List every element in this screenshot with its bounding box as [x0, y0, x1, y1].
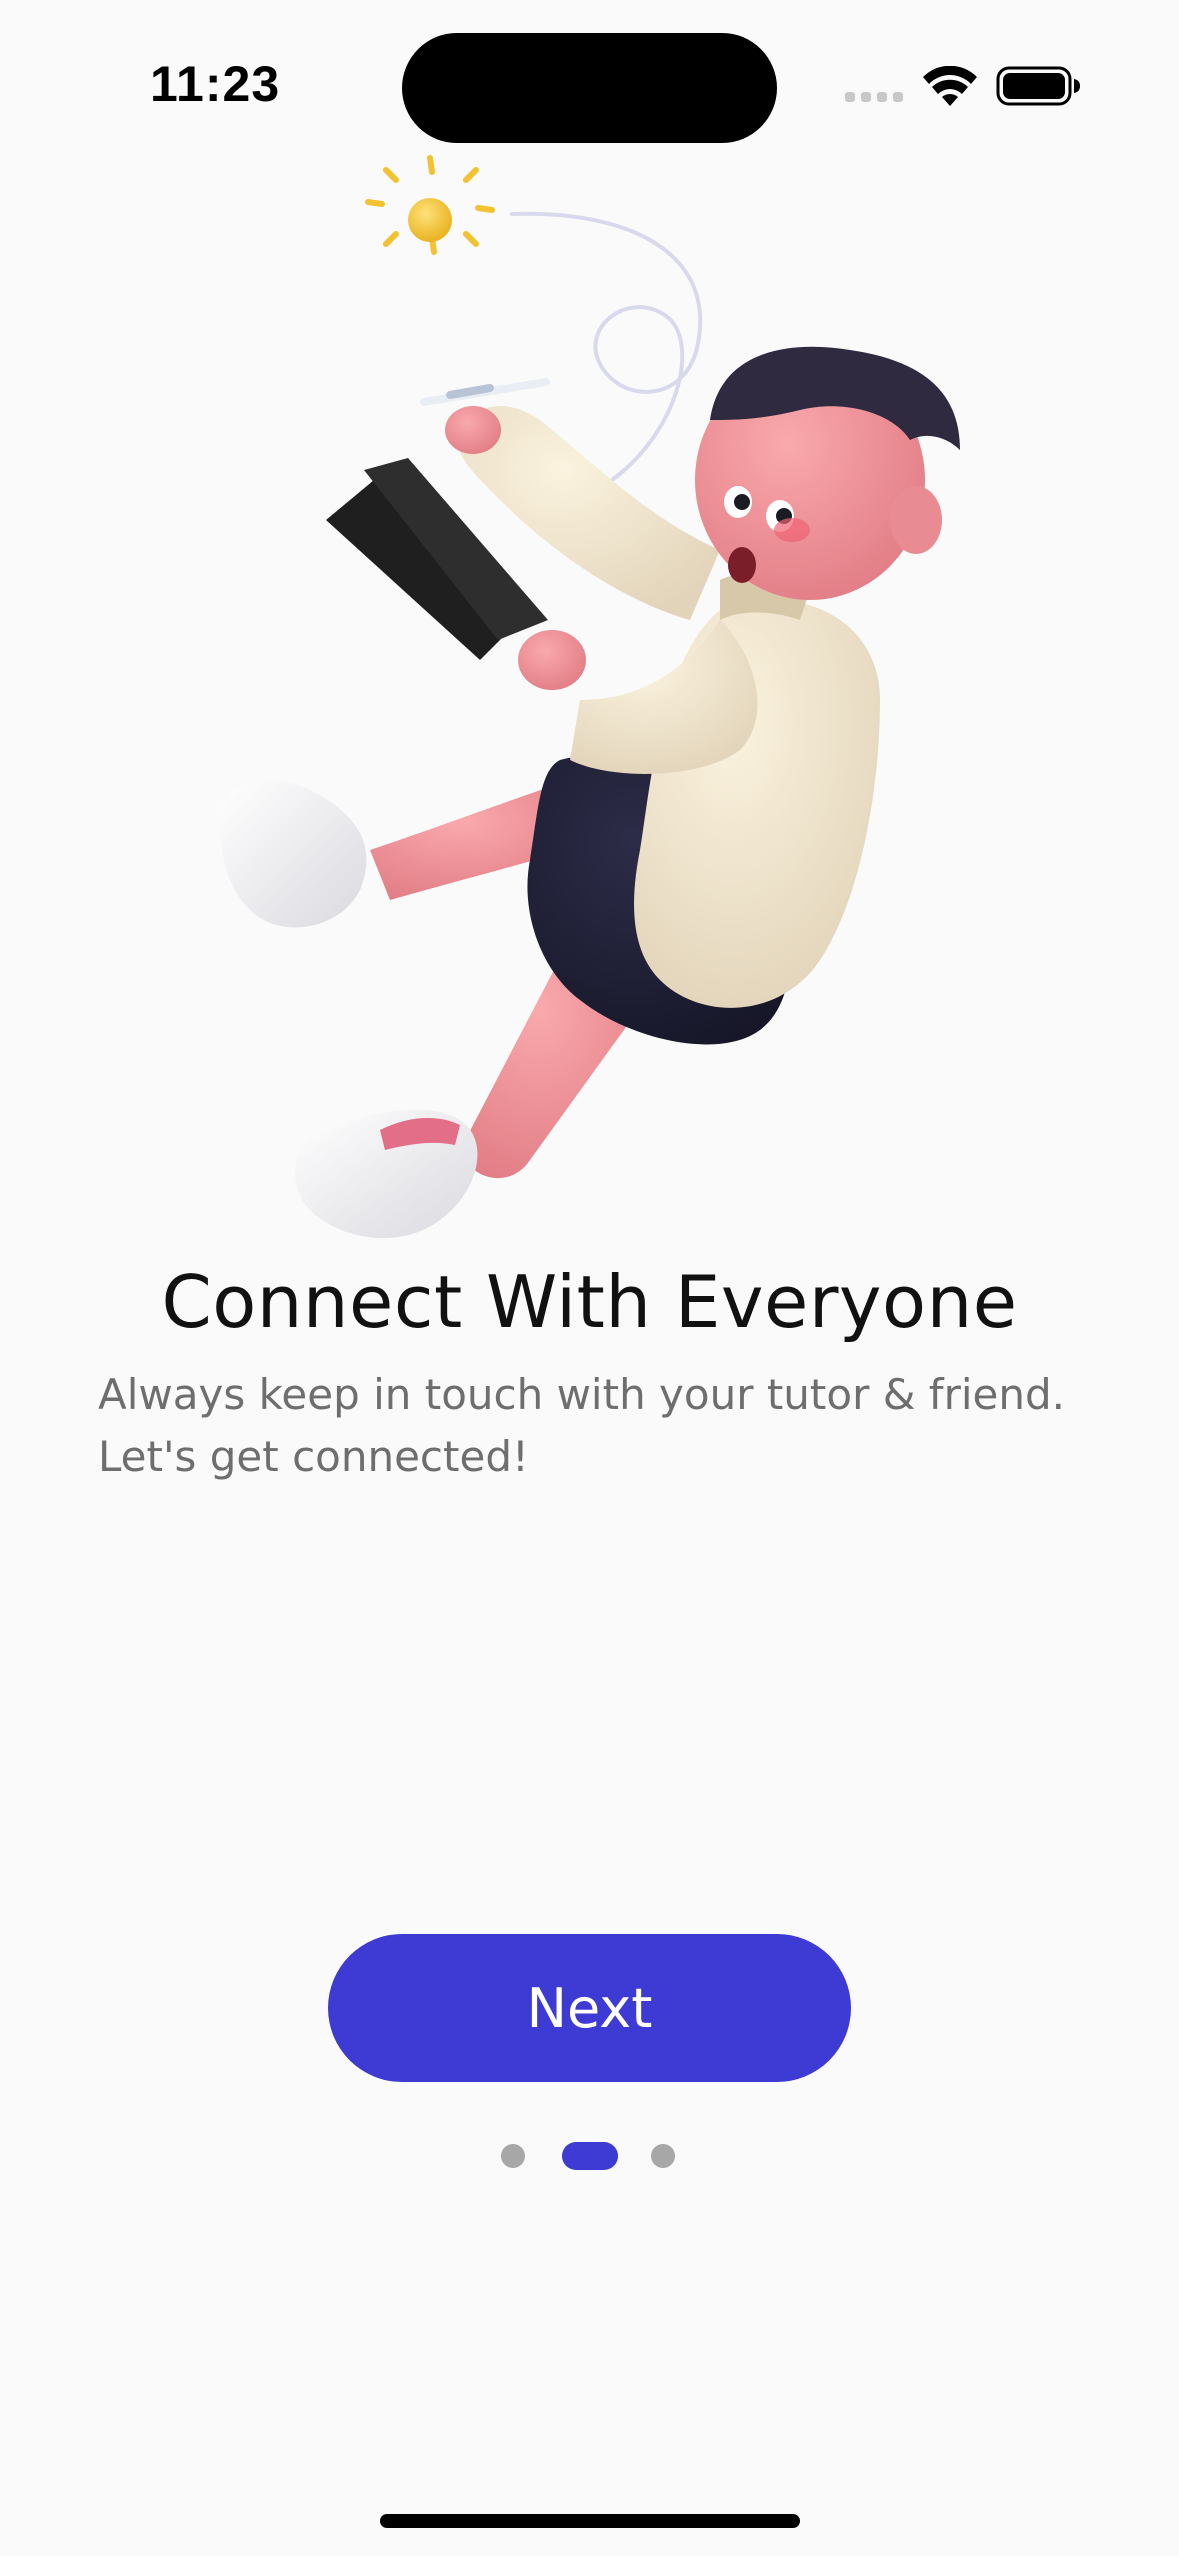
status-time: 11:23 — [150, 56, 281, 112]
shoe-right — [295, 1109, 478, 1239]
onboarding-title: Connect With Everyone — [161, 1260, 1018, 1344]
home-indicator[interactable] — [380, 2514, 800, 2528]
dynamic-island — [402, 33, 777, 143]
sun-icon — [365, 155, 495, 255]
onboarding-subtitle: Always keep in touch with your tutor & f… — [98, 1370, 1065, 1481]
cellular-signal-icon — [845, 92, 905, 104]
shoe-left — [220, 780, 367, 928]
battery-icon — [996, 66, 1080, 106]
wifi-icon — [923, 66, 977, 106]
page-indicator[interactable] — [0, 2142, 1179, 2170]
page-dot-2[interactable] — [562, 2142, 618, 2170]
person-with-tablet-illustration — [220, 155, 960, 1239]
page-dot-1[interactable] — [501, 2144, 525, 2168]
next-button[interactable]: Next — [328, 1934, 851, 2082]
page-dot-3[interactable] — [651, 2144, 675, 2168]
head — [695, 346, 960, 600]
